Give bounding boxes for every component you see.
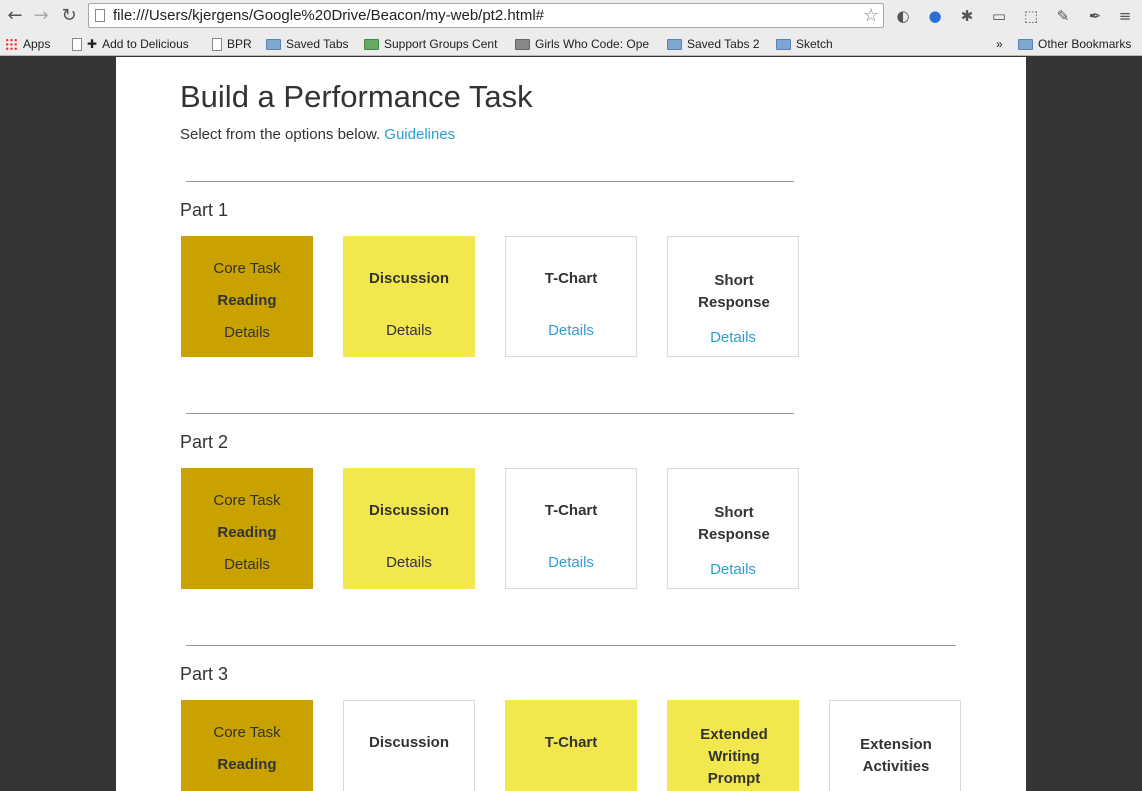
gwc-icon [515, 38, 530, 50]
plus-icon: ✚ [87, 37, 98, 51]
part-2-divider [186, 413, 794, 414]
tile-title: Reading [217, 756, 277, 773]
extension-pen-icon[interactable]: ✒ [1085, 6, 1105, 26]
extension-phone-icon[interactable]: ● [925, 6, 945, 26]
tile-title: Reading [217, 292, 277, 309]
page-content: Build a Performance Task Select from the… [116, 57, 1026, 791]
screenshot-icon[interactable]: ⬚ [1021, 6, 1041, 26]
bookmarks-bar: Apps ✚ Add to Delicious BPR Saved Tabs Su… [0, 32, 1142, 56]
tile-title: Discussion [368, 734, 450, 751]
folder-icon [667, 38, 682, 50]
tile-title: Extension Activities [860, 736, 932, 775]
bookmark-support-groups[interactable]: Support Groups Cent [364, 36, 497, 52]
tile-details-link[interactable]: Details [506, 322, 636, 339]
part-2-short-response-tile[interactable]: Short Response Details [667, 468, 799, 589]
other-bookmarks[interactable]: Other Bookmarks [1018, 36, 1131, 52]
apps-grid-icon [5, 37, 18, 51]
cast-icon[interactable]: ▭ [989, 6, 1009, 26]
page-subtitle: Select from the options below. Guideline… [180, 126, 456, 143]
address-bar[interactable]: file:///Users/kjergens/Google%20Drive/Be… [88, 3, 884, 28]
page-icon [72, 37, 82, 51]
part-3-discussion-tile[interactable]: Discussion [343, 700, 475, 791]
part-2-label: Part 2 [180, 432, 229, 452]
extension-shield-icon[interactable]: ◐ [893, 6, 913, 26]
part-3-t-chart-tile[interactable]: T-Chart [505, 700, 637, 791]
part-1-divider [186, 181, 794, 182]
bookmark-saved-tabs[interactable]: Saved Tabs [266, 36, 349, 52]
part-1-discussion-tile[interactable]: Discussion Details [343, 236, 475, 357]
part-1-short-response-tile[interactable]: Short Response Details [667, 236, 799, 357]
bookmark-saved-tabs-2[interactable]: Saved Tabs 2 [667, 36, 760, 52]
guidelines-link[interactable]: Guidelines [384, 126, 455, 143]
folder-icon [776, 38, 791, 50]
browser-toolbar: ← → ↻ file:///Users/kjergens/Google%20Dr… [0, 0, 1142, 32]
tile-details-link[interactable]: Details [506, 554, 636, 571]
folder-icon [1018, 38, 1033, 50]
eyedropper-icon[interactable]: ✎ [1053, 6, 1073, 26]
page-title: Build a Performance Task [180, 79, 533, 114]
bookmark-add-to-delicious[interactable]: ✚ Add to Delicious [72, 36, 189, 52]
part-1-t-chart-tile[interactable]: T-Chart Details [505, 236, 637, 357]
tile-title: T-Chart [544, 270, 598, 287]
url-text: file:///Users/kjergens/Google%20Drive/Be… [113, 7, 545, 24]
part-3-extended-writing-prompt-tile[interactable]: Extended Writing Prompt [667, 700, 799, 791]
part-3-label: Part 3 [180, 664, 229, 684]
sgc-icon [364, 38, 379, 50]
tile-details-link[interactable]: Details [182, 556, 312, 573]
bookmarks-overflow-chevron[interactable]: » [996, 36, 1003, 52]
tile-kicker: Core Task [213, 492, 281, 509]
part-1-core-task-reading-tile[interactable]: Core Task Reading Details [181, 236, 313, 357]
tile-title: Short Response [698, 504, 770, 543]
part-2-discussion-tile[interactable]: Discussion Details [343, 468, 475, 589]
tile-kicker: Core Task [213, 260, 281, 277]
tile-title: Reading [217, 524, 277, 541]
tile-details-link[interactable]: Details [668, 329, 798, 346]
bookmark-bpr[interactable]: BPR [212, 36, 252, 52]
tile-title: T-Chart [544, 734, 598, 751]
part-2-core-task-reading-tile[interactable]: Core Task Reading Details [181, 468, 313, 589]
bookmark-sketch[interactable]: Sketch [776, 36, 833, 52]
tile-title: Discussion [368, 270, 450, 287]
part-3-divider [186, 645, 956, 646]
bookmark-girls-who-code[interactable]: Girls Who Code: Ope [515, 36, 649, 52]
tile-title: Discussion [368, 502, 450, 519]
part-3-extension-activities-tile[interactable]: Extension Activities [829, 700, 961, 791]
tile-title: Short Response [698, 272, 770, 311]
tile-details-link[interactable]: Details [344, 322, 474, 339]
bookmark-star-icon[interactable]: ☆ [863, 5, 879, 26]
tile-title: Extended Writing Prompt [700, 726, 768, 787]
back-arrow-icon[interactable]: ← [4, 5, 26, 27]
reload-icon[interactable]: ↻ [58, 5, 80, 27]
tile-title: T-Chart [544, 502, 598, 519]
tile-details-link[interactable]: Details [668, 561, 798, 578]
bookmark-apps[interactable]: Apps [5, 36, 50, 52]
part-1-label: Part 1 [180, 200, 229, 220]
part-2-t-chart-tile[interactable]: T-Chart Details [505, 468, 637, 589]
page-icon [212, 37, 222, 51]
menu-icon[interactable]: ≡ [1115, 6, 1135, 26]
extension-puzzle-icon[interactable]: ✱ [957, 6, 977, 26]
part-3-core-task-reading-tile[interactable]: Core Task Reading [181, 700, 313, 791]
forward-arrow-icon[interactable]: → [30, 5, 52, 27]
tile-kicker: Core Task [213, 724, 281, 741]
page-icon [95, 9, 105, 22]
folder-icon [266, 38, 281, 50]
tile-details-link[interactable]: Details [344, 554, 474, 571]
tile-details-link[interactable]: Details [182, 324, 312, 341]
